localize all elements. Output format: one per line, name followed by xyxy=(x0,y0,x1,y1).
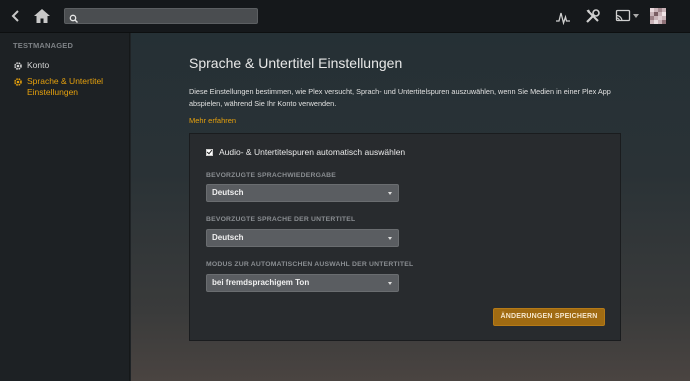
top-bar xyxy=(0,0,690,33)
sidebar-item-label: Konto xyxy=(27,60,50,70)
settings-panel: Audio- & Untertitelspuren automatisch au… xyxy=(189,133,621,341)
field-label-subtitle-mode: MODUS ZUR AUTOMATISCHEN AUSWAHL DER UNTE… xyxy=(206,261,414,268)
chevron-down-icon[interactable] xyxy=(633,14,639,18)
chevron-down-icon xyxy=(388,237,392,240)
activity-icon[interactable] xyxy=(555,9,571,26)
select-value: bei fremdsprachigem Ton xyxy=(212,278,310,287)
select-value: Deutsch xyxy=(212,188,244,197)
sidebar-item-language-subtitles[interactable]: Sprache & Untertitel Einstellungen xyxy=(13,76,123,98)
subtitle-language-select[interactable]: Deutsch xyxy=(206,229,399,247)
gear-icon xyxy=(13,61,23,71)
avatar[interactable] xyxy=(650,8,666,24)
sidebar: TESTMANAGED Konto Sprache & Untertitel E… xyxy=(0,33,130,381)
search-input[interactable] xyxy=(81,9,255,23)
search-bar[interactable] xyxy=(64,8,258,24)
learn-more-link[interactable]: Mehr erfahren xyxy=(189,116,236,125)
sidebar-item-label: Sprache & Untertitel Einstellungen xyxy=(27,76,104,97)
home-icon[interactable] xyxy=(33,7,51,25)
sidebar-item-konto[interactable]: Konto xyxy=(13,60,49,71)
search-icon xyxy=(69,11,79,23)
field-label-audio-language: BEVORZUGTE SPRACHWIEDERGABE xyxy=(206,172,337,179)
field-label-subtitle-language: BEVORZUGTE SPRACHE DER UNTERTITEL xyxy=(206,216,356,223)
auto-select-row[interactable]: Audio- & Untertitelspuren automatisch au… xyxy=(206,147,405,157)
main-content: Sprache & Untertitel Einstellungen Diese… xyxy=(131,33,690,381)
audio-language-select[interactable]: Deutsch xyxy=(206,184,399,202)
subtitle-mode-select[interactable]: bei fremdsprachigem Ton xyxy=(206,274,399,292)
cast-icon[interactable] xyxy=(615,9,631,23)
auto-select-checkbox[interactable] xyxy=(206,148,213,156)
chevron-down-icon xyxy=(388,282,392,285)
chevron-down-icon xyxy=(388,192,392,195)
settings-icon[interactable] xyxy=(585,8,601,24)
gear-icon xyxy=(13,77,23,87)
sidebar-heading: TESTMANAGED xyxy=(13,41,74,50)
auto-select-label: Audio- & Untertitelspuren automatisch au… xyxy=(219,147,406,157)
page-title: Sprache & Untertitel Einstellungen xyxy=(189,55,403,71)
chevron-left-icon[interactable] xyxy=(8,8,24,24)
select-value: Deutsch xyxy=(212,233,244,242)
save-changes-button[interactable]: ÄNDERUNGEN SPEICHERN xyxy=(493,308,605,326)
page-description: Diese Einstellungen bestimmen, wie Plex … xyxy=(189,87,611,108)
